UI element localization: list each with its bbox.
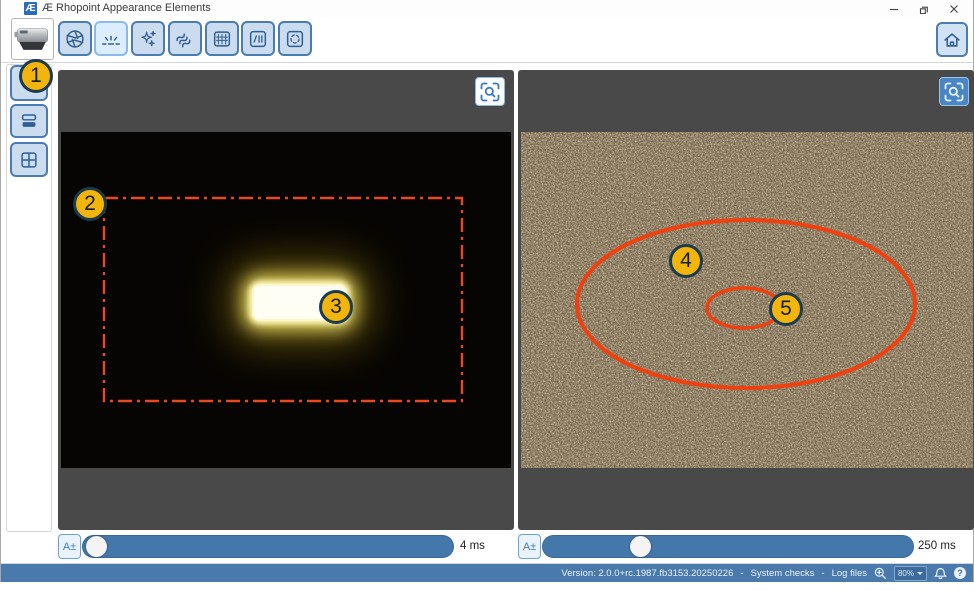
mesh-grid-icon bbox=[211, 28, 233, 50]
direct-light-icon bbox=[100, 28, 122, 50]
system-checks-link[interactable]: System checks bbox=[751, 568, 815, 579]
maximize-button[interactable] bbox=[909, 1, 939, 17]
sparkle-icon bbox=[137, 28, 159, 50]
app-logo-icon: Æ bbox=[24, 2, 37, 15]
zoom-area-button-right[interactable] bbox=[939, 77, 969, 106]
view-sidebar bbox=[6, 64, 52, 532]
direct-light-tool-button[interactable] bbox=[94, 21, 128, 56]
minimize-icon bbox=[889, 4, 899, 14]
auto-exposure-button-left[interactable]: A± bbox=[58, 534, 81, 559]
zoom-area-icon bbox=[478, 80, 502, 104]
auto-exposure-button-right[interactable]: A± bbox=[518, 534, 541, 559]
minimize-button[interactable] bbox=[879, 1, 909, 17]
instrument-photo-icon bbox=[12, 19, 53, 59]
doi-lines-icon bbox=[247, 28, 269, 50]
zoom-area-icon bbox=[942, 80, 966, 104]
annotation-badge-1: 1 bbox=[19, 59, 53, 93]
log-files-link[interactable]: Log files bbox=[832, 568, 867, 579]
main-toolbar bbox=[1, 17, 973, 63]
doi-lines-tool-button[interactable] bbox=[241, 21, 275, 56]
mesh-grid-tool-button[interactable] bbox=[205, 21, 239, 56]
texture-waves-icon bbox=[174, 28, 196, 50]
sidebar-quad-view-button[interactable] bbox=[10, 142, 48, 177]
window-title: Æ Rhopoint Appearance Elements bbox=[42, 2, 211, 14]
camera-image-left bbox=[61, 132, 511, 468]
texture-waves-tool-button[interactable] bbox=[168, 21, 202, 56]
aperture-tool-button[interactable] bbox=[58, 21, 92, 56]
sidebar-single-view-button[interactable] bbox=[10, 104, 48, 138]
app-window: Æ Æ Rhopoint Appearance Elements bbox=[0, 0, 974, 582]
annotation-badge-3: 3 bbox=[319, 290, 353, 324]
exposure-slider-left[interactable] bbox=[82, 535, 454, 558]
restore-icon bbox=[919, 4, 929, 14]
slider-thumb-left[interactable] bbox=[86, 536, 107, 557]
sparkle-tool-button[interactable] bbox=[131, 21, 165, 56]
version-label: Version: 2.0.0+rc.1987.fb3153.20250226 bbox=[561, 568, 733, 579]
exposure-value-right: 250 ms bbox=[918, 540, 956, 552]
instrument-device-button[interactable] bbox=[11, 18, 54, 60]
close-icon bbox=[949, 4, 959, 14]
quad-view-icon bbox=[18, 149, 40, 171]
halo-ring-tool-button[interactable] bbox=[278, 21, 312, 56]
camera-panel-left bbox=[58, 70, 514, 530]
camera-image-right bbox=[521, 132, 973, 468]
roi-rectangle[interactable] bbox=[61, 132, 511, 468]
annotation-badge-2: 2 bbox=[73, 187, 107, 221]
slider-thumb-right[interactable] bbox=[630, 536, 651, 557]
home-icon bbox=[941, 29, 963, 51]
exposure-slider-right[interactable] bbox=[542, 535, 914, 558]
halo-ring-icon bbox=[284, 28, 306, 50]
exposure-value-left: 4 ms bbox=[460, 540, 485, 552]
chevron-down-icon bbox=[917, 572, 923, 575]
annotation-badge-5: 5 bbox=[769, 292, 803, 326]
close-button[interactable] bbox=[939, 1, 969, 17]
zoom-plus-icon bbox=[874, 567, 887, 580]
home-button[interactable] bbox=[936, 22, 968, 57]
help-button[interactable]: ? bbox=[954, 567, 966, 579]
single-view-icon bbox=[18, 110, 40, 132]
annotation-badge-4: 4 bbox=[669, 244, 703, 278]
titlebar: Æ Æ Rhopoint Appearance Elements bbox=[1, 0, 973, 17]
camera-panel-right bbox=[518, 70, 974, 530]
ui-zoom-dropdown[interactable]: 80% bbox=[894, 566, 927, 581]
status-bar: Version: 2.0.0+rc.1987.fb3153.20250226 -… bbox=[1, 563, 973, 582]
aperture-icon bbox=[64, 28, 86, 50]
bell-icon[interactable] bbox=[934, 567, 947, 580]
zoom-area-button-left[interactable] bbox=[475, 77, 505, 106]
glitter-image bbox=[521, 132, 973, 468]
